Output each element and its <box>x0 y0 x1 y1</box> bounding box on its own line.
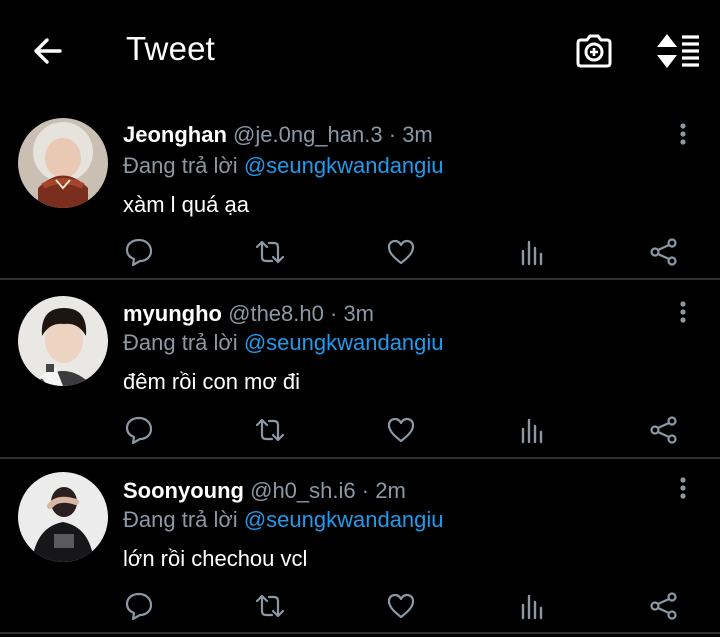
separator-dot: · <box>388 122 397 147</box>
avatar[interactable] <box>18 118 108 208</box>
reply-icon[interactable] <box>124 415 154 445</box>
tweet-text: xàm l quá ạa <box>123 192 249 217</box>
author-handle[interactable]: @h0_sh.i6 <box>250 478 356 503</box>
heart-icon[interactable] <box>386 415 416 445</box>
tweet-text: đêm rồi con mơ đi <box>123 369 301 394</box>
reply-mention-link[interactable]: @seungkwandangiu <box>244 153 444 178</box>
reply-prefix: Đang trả lời <box>123 507 238 532</box>
page-title: Tweet <box>126 30 216 67</box>
avatar[interactable] <box>18 472 108 562</box>
retweet-icon[interactable] <box>255 237 285 267</box>
tweet-meta: Jeonghan @je.0ng_han.3 · 3m <box>123 122 433 148</box>
more-vertical-icon[interactable] <box>670 476 696 502</box>
reply-prefix: Đang trả lời <box>123 330 238 355</box>
tweet-time: 3m <box>402 122 433 147</box>
tweet-time: 3m <box>343 301 374 326</box>
avatar[interactable] <box>18 296 108 386</box>
author-handle[interactable]: @je.0ng_han.3 <box>233 122 383 147</box>
reply-mention-link[interactable]: @seungkwandangiu <box>244 330 444 355</box>
reply-context: Đang trả lời @seungkwandangiu <box>123 153 444 179</box>
more-vertical-icon[interactable] <box>670 300 696 326</box>
share-icon[interactable] <box>649 591 679 621</box>
back-arrow-icon[interactable] <box>30 33 66 69</box>
reply-mention-link[interactable]: @seungkwandangiu <box>244 507 444 532</box>
analytics-icon[interactable] <box>518 415 548 445</box>
tweet-time: 2m <box>375 478 406 503</box>
separator-dot: · <box>329 301 338 326</box>
tweet-item[interactable]: Soonyoung @h0_sh.i6 · 2m Đang trả lời @s… <box>0 459 720 637</box>
author-handle[interactable]: @the8.h0 <box>228 301 324 326</box>
more-vertical-icon[interactable] <box>670 122 696 148</box>
camera-plus-icon[interactable] <box>574 31 614 71</box>
reply-icon[interactable] <box>124 237 154 267</box>
tweet-divider <box>0 632 720 634</box>
top-bar: Tweet <box>0 0 720 100</box>
heart-icon[interactable] <box>386 237 416 267</box>
analytics-icon[interactable] <box>518 237 548 267</box>
tweet-meta: Soonyoung @h0_sh.i6 · 2m <box>123 478 406 504</box>
separator-dot: · <box>361 478 370 503</box>
author-name[interactable]: Jeonghan <box>123 122 227 147</box>
tweet-meta: myungho @the8.h0 · 3m <box>123 301 374 327</box>
heart-icon[interactable] <box>386 591 416 621</box>
sort-icon[interactable] <box>655 31 701 71</box>
reply-prefix: Đang trả lời <box>123 153 238 178</box>
author-name[interactable]: myungho <box>123 301 222 326</box>
share-icon[interactable] <box>649 237 679 267</box>
author-name[interactable]: Soonyoung <box>123 478 244 503</box>
tweet-item[interactable]: Jeonghan @je.0ng_han.3 · 3m Đang trả lời… <box>0 100 720 278</box>
share-icon[interactable] <box>649 415 679 445</box>
reply-icon[interactable] <box>124 591 154 621</box>
tweet-text: lớn rồi chechou vcl <box>123 546 308 571</box>
tweet-item[interactable]: myungho @the8.h0 · 3m Đang trả lời @seun… <box>0 280 720 458</box>
retweet-icon[interactable] <box>255 591 285 621</box>
analytics-icon[interactable] <box>518 591 548 621</box>
reply-context: Đang trả lời @seungkwandangiu <box>123 507 444 533</box>
retweet-icon[interactable] <box>255 415 285 445</box>
reply-context: Đang trả lời @seungkwandangiu <box>123 330 444 356</box>
